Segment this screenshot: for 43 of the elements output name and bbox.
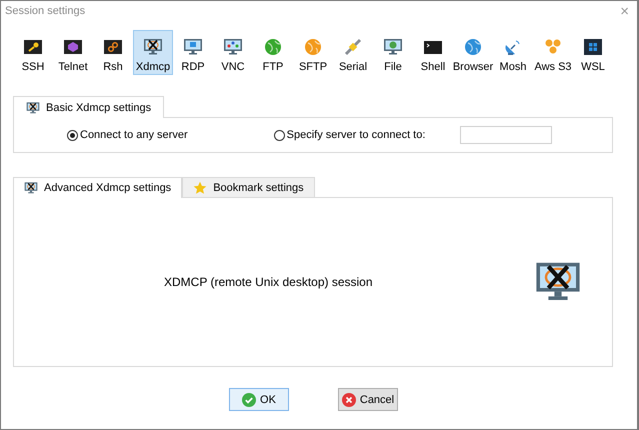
cancel-button[interactable]: Cancel bbox=[338, 388, 398, 411]
protocol-button[interactable]: WSL bbox=[573, 30, 613, 75]
protocol-button[interactable]: Serial bbox=[333, 30, 373, 75]
protocol-button[interactable]: Xdmcp bbox=[133, 30, 173, 75]
settings-tab[interactable]: Advanced Xdmcp settings bbox=[13, 177, 182, 198]
protocol-button[interactable]: SSH bbox=[13, 30, 53, 75]
radio-option[interactable]: Specify server to connect to: bbox=[274, 129, 426, 141]
protocol-button[interactable]: VNC bbox=[213, 30, 253, 75]
protocol-button[interactable]: Telnet bbox=[53, 30, 93, 75]
monitor-icon bbox=[383, 37, 403, 57]
radio-button[interactable] bbox=[274, 130, 285, 140]
input-field[interactable] bbox=[460, 126, 552, 144]
settings-tab[interactable]: Bookmark settings bbox=[182, 177, 315, 197]
chain-icon bbox=[103, 37, 123, 57]
monitor-icon bbox=[24, 181, 38, 195]
checkmark-icon bbox=[242, 392, 256, 406]
star-icon bbox=[193, 180, 208, 194]
protocol-button[interactable]: RDP bbox=[173, 30, 213, 75]
plug-icon bbox=[343, 37, 363, 57]
close-icon bbox=[342, 392, 356, 406]
protocol-button[interactable]: Aws S3 bbox=[533, 30, 573, 75]
radio-option[interactable]: Connect to any server bbox=[67, 129, 188, 141]
monitor-icon bbox=[143, 37, 163, 57]
windows-icon bbox=[583, 37, 603, 57]
globe-icon bbox=[463, 37, 483, 57]
protocol-button[interactable]: Browser bbox=[453, 30, 493, 75]
monitor-icon bbox=[26, 100, 40, 114]
gem-icon bbox=[63, 37, 83, 57]
window-title: Session settings bbox=[5, 5, 86, 17]
globe-icon bbox=[303, 37, 323, 57]
ok-button[interactable]: OK bbox=[229, 388, 289, 411]
protocol-button[interactable]: FTP bbox=[253, 30, 293, 75]
globe-icon bbox=[263, 37, 283, 57]
monitor-icon bbox=[183, 37, 203, 57]
protocol-button[interactable]: SFTP bbox=[293, 30, 333, 75]
settings-tab[interactable]: Basic Xdmcp settings bbox=[13, 96, 164, 118]
protocol-button[interactable]: Shell bbox=[413, 30, 453, 75]
session-description: XDMCP (remote Unix desktop) session bbox=[164, 275, 373, 289]
protocol-button[interactable]: Rsh bbox=[93, 30, 133, 75]
protocol-button[interactable]: File bbox=[373, 30, 413, 75]
protocol-button[interactable]: Mosh bbox=[493, 30, 533, 75]
monitor-icon bbox=[223, 37, 243, 57]
radio-button[interactable] bbox=[67, 130, 78, 140]
